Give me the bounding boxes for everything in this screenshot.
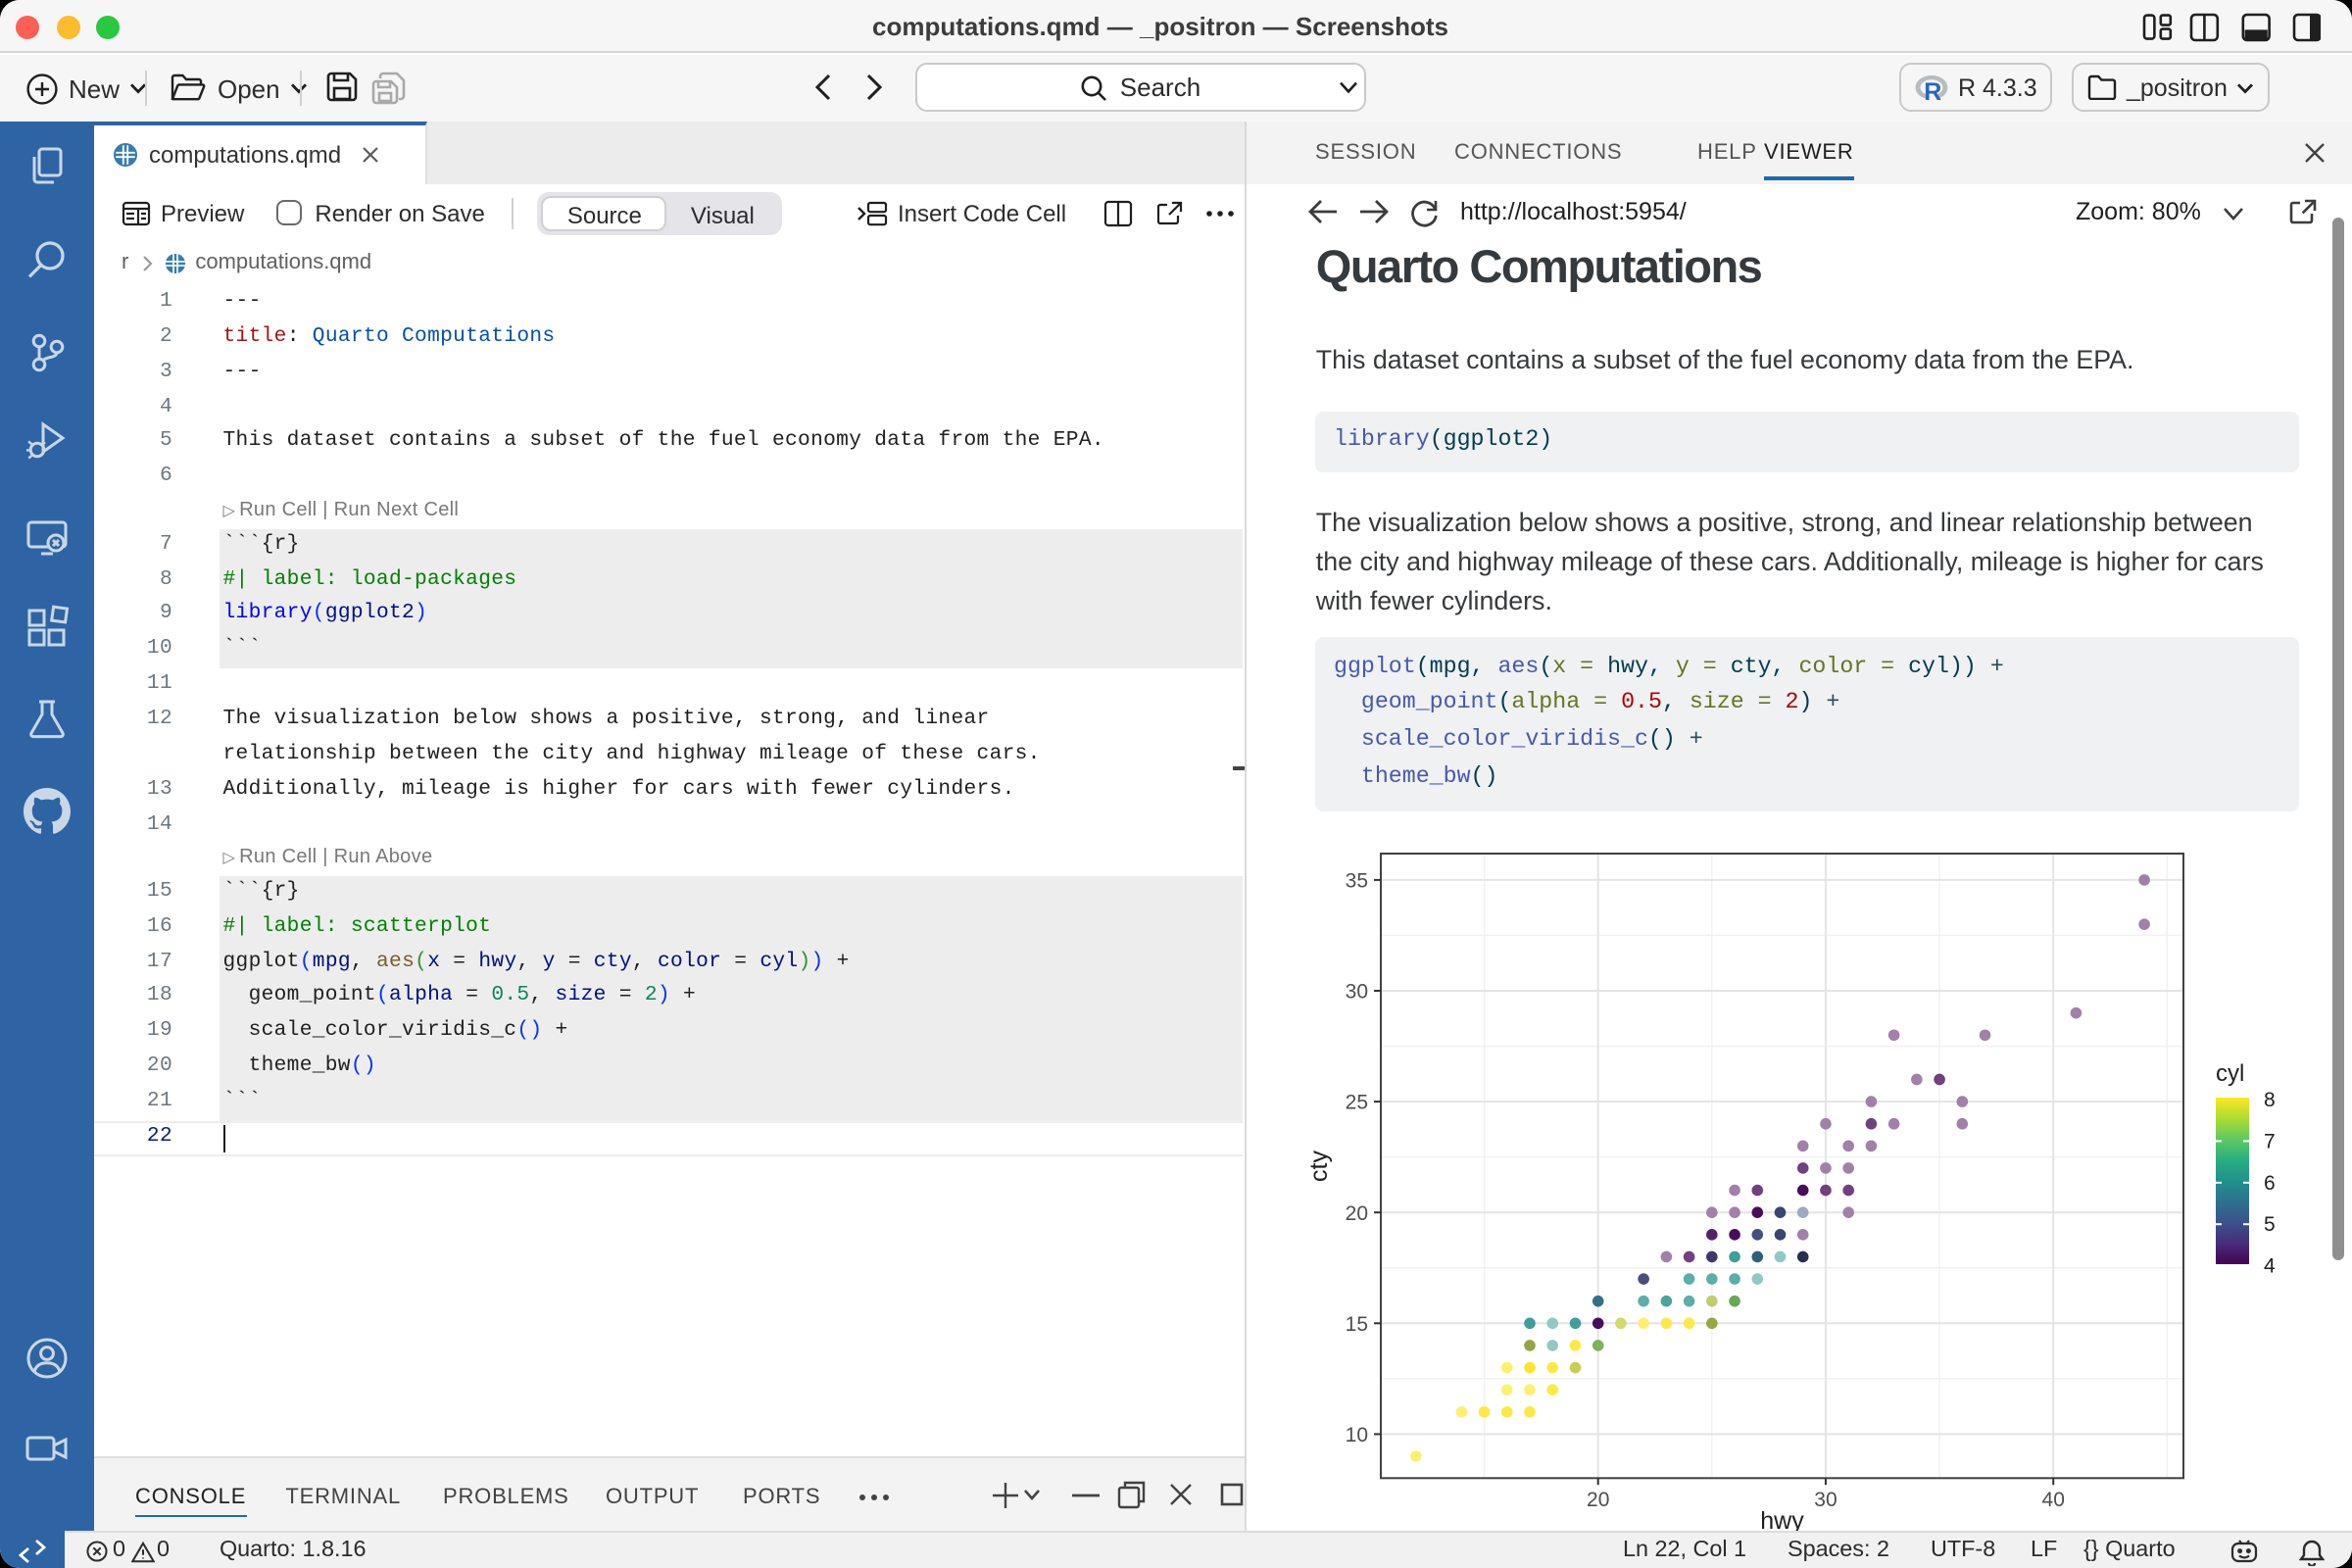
svg-text:10: 10 bbox=[1346, 1424, 1368, 1446]
svg-text:8: 8 bbox=[2264, 1089, 2276, 1111]
svg-text:30: 30 bbox=[1814, 1489, 1837, 1511]
svg-text:cyl: cyl bbox=[2216, 1060, 2244, 1087]
svg-text:R: R bbox=[1924, 77, 1941, 101]
svg-text:15: 15 bbox=[1346, 1313, 1368, 1336]
svg-text:20: 20 bbox=[1587, 1489, 1609, 1511]
svg-text:20: 20 bbox=[1346, 1202, 1368, 1225]
svg-text:7: 7 bbox=[2264, 1130, 2276, 1152]
svg-text:35: 35 bbox=[1346, 870, 1368, 893]
svg-text:cty: cty bbox=[1305, 1151, 1333, 1182]
svg-text:25: 25 bbox=[1346, 1092, 1368, 1114]
svg-text:6: 6 bbox=[2264, 1172, 2276, 1195]
svg-text:4: 4 bbox=[2264, 1255, 2276, 1278]
svg-text:5: 5 bbox=[2264, 1213, 2276, 1236]
svg-text:40: 40 bbox=[2042, 1489, 2065, 1511]
svg-text:hwy: hwy bbox=[1760, 1507, 1804, 1531]
svg-text:30: 30 bbox=[1346, 981, 1368, 1004]
